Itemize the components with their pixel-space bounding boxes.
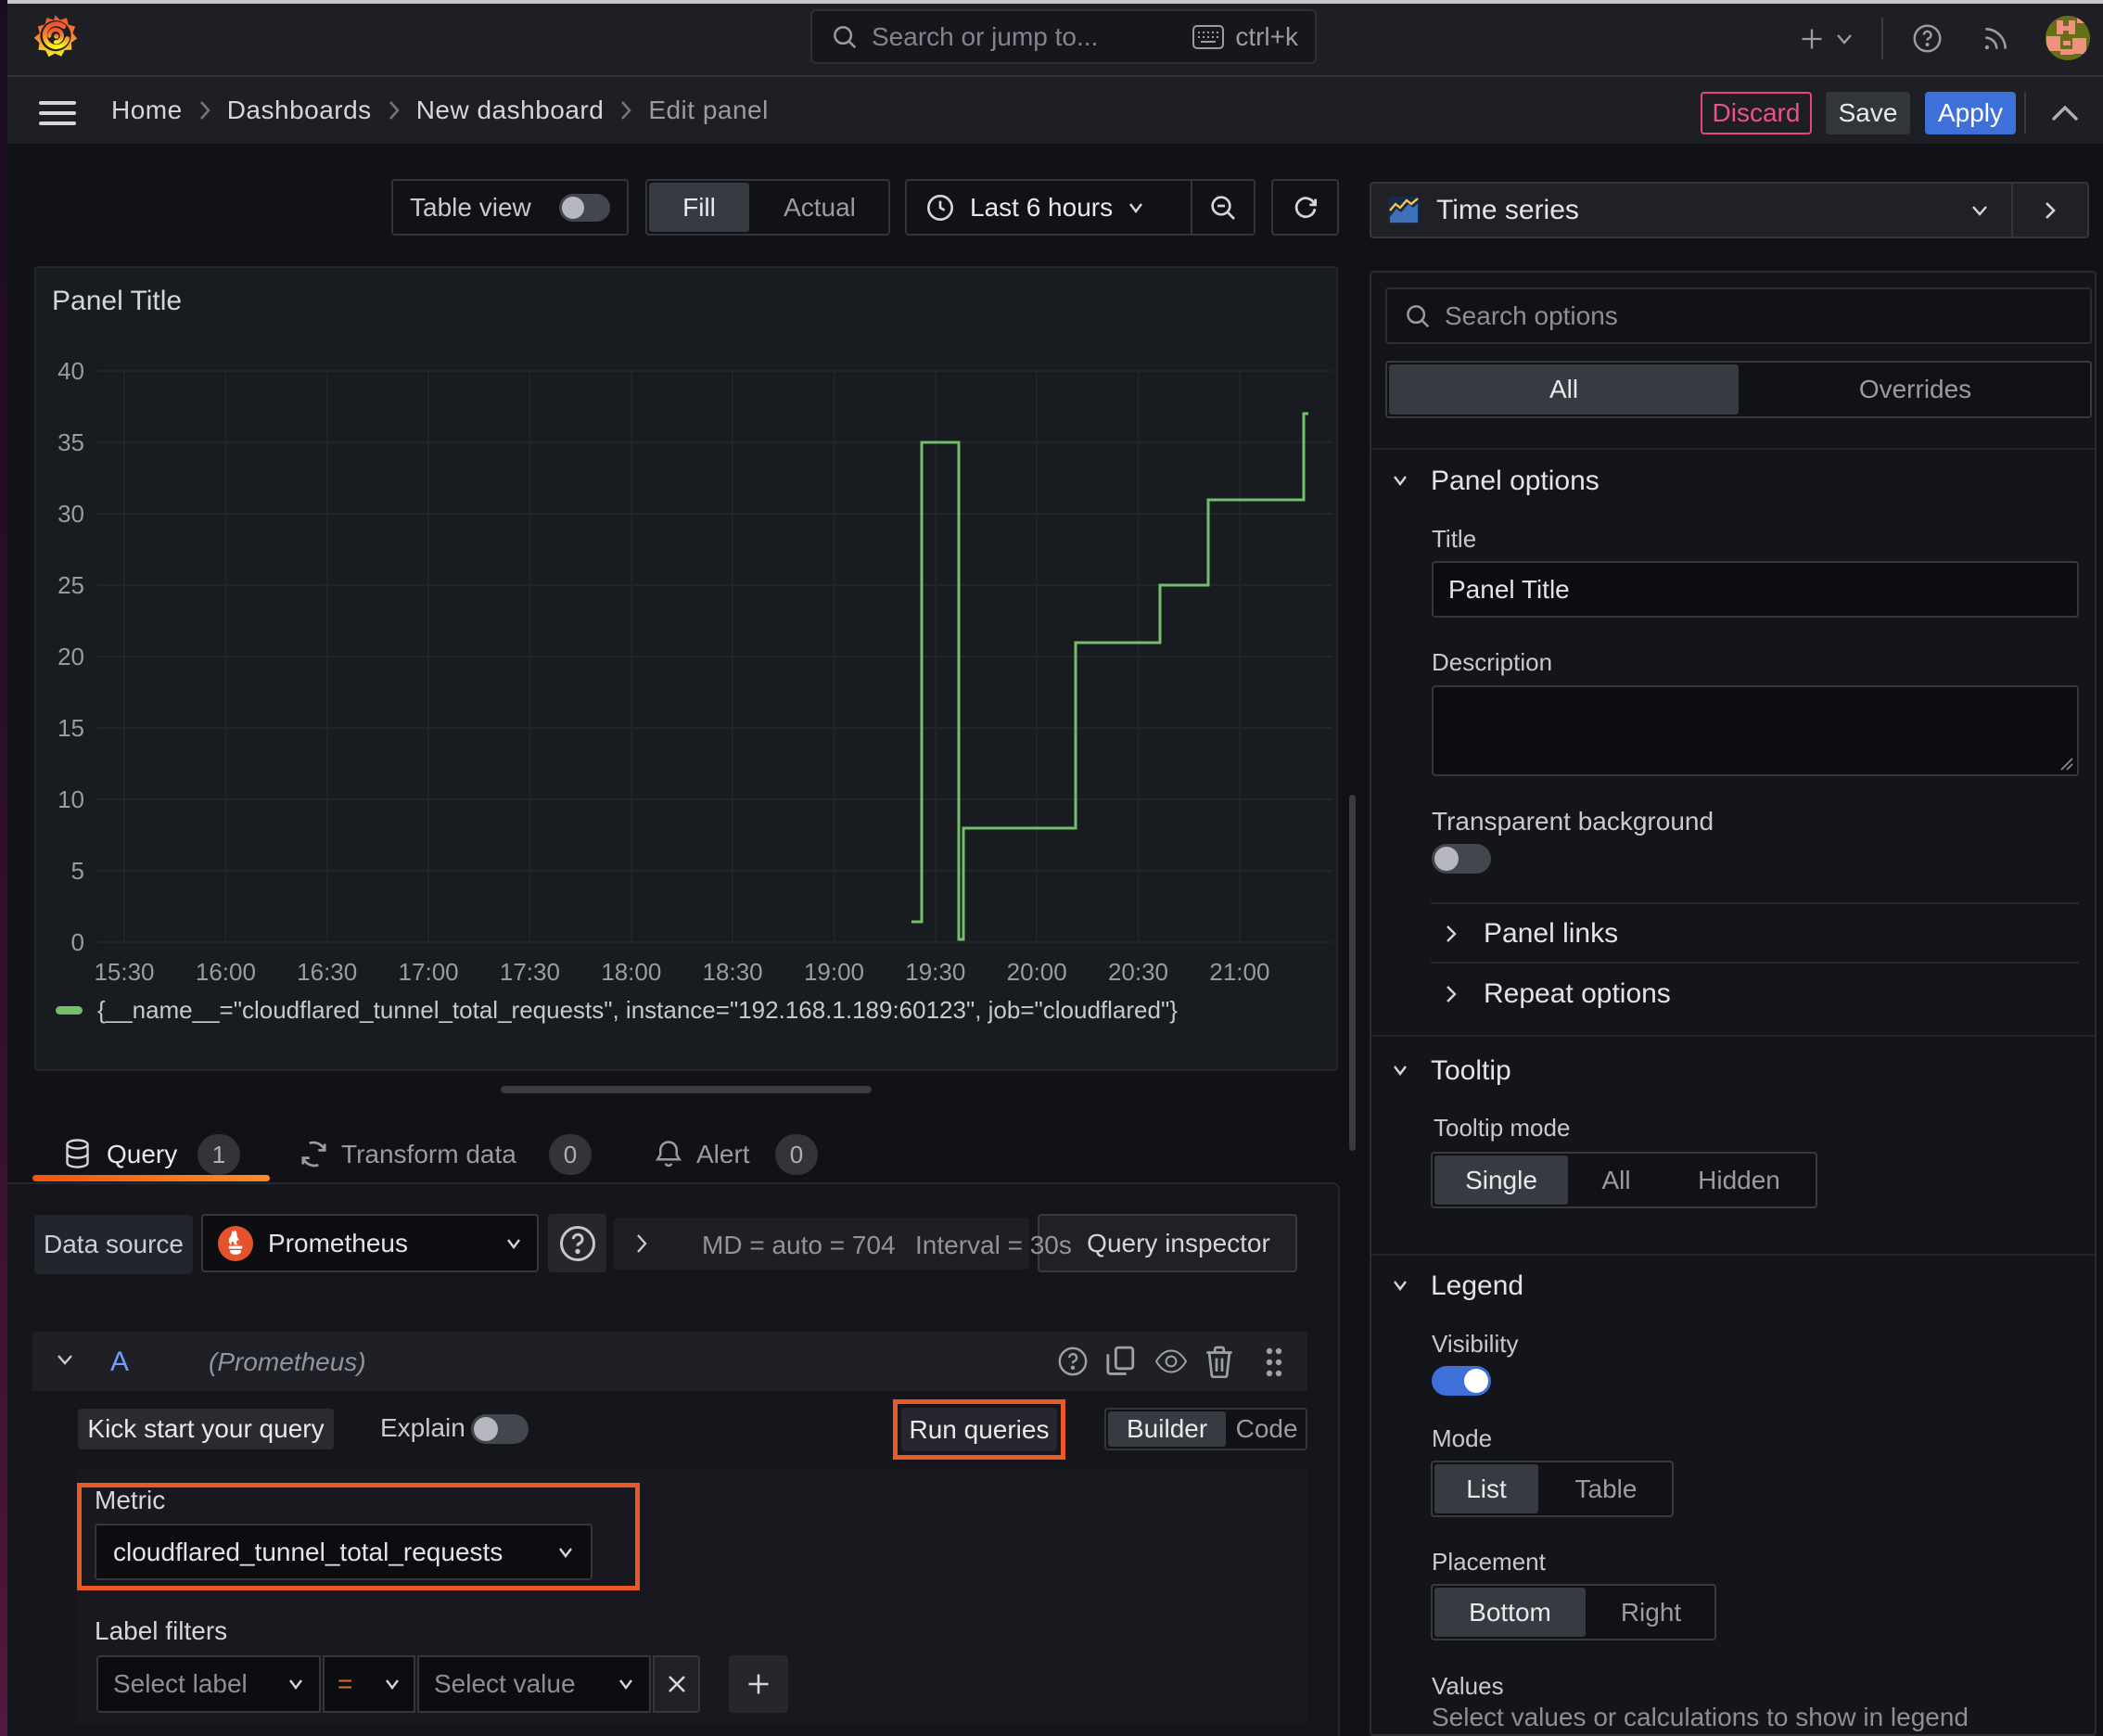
svg-text:19:00: 19:00: [804, 958, 864, 986]
svg-text:15:30: 15:30: [94, 958, 154, 986]
svg-text:25: 25: [57, 571, 84, 599]
svg-text:20:00: 20:00: [1007, 958, 1067, 986]
svg-text:16:30: 16:30: [297, 958, 357, 986]
svg-text:{__name__="cloudflared_tunnel_: {__name__="cloudflared_tunnel_total_requ…: [97, 996, 1178, 1024]
svg-text:20: 20: [57, 643, 84, 670]
svg-text:18:30: 18:30: [703, 958, 763, 986]
svg-text:17:00: 17:00: [399, 958, 459, 986]
svg-text:35: 35: [57, 428, 84, 456]
svg-text:40: 40: [57, 357, 84, 385]
svg-text:21:00: 21:00: [1209, 958, 1269, 986]
svg-text:18:00: 18:00: [601, 958, 661, 986]
svg-text:10: 10: [57, 785, 84, 813]
svg-text:0: 0: [71, 928, 84, 956]
svg-text:17:30: 17:30: [500, 958, 560, 986]
svg-text:5: 5: [71, 857, 84, 885]
svg-text:19:30: 19:30: [905, 958, 965, 986]
svg-text:15: 15: [57, 714, 84, 742]
svg-text:16:00: 16:00: [196, 958, 256, 986]
svg-text:20:30: 20:30: [1108, 958, 1168, 986]
svg-text:30: 30: [57, 500, 84, 528]
